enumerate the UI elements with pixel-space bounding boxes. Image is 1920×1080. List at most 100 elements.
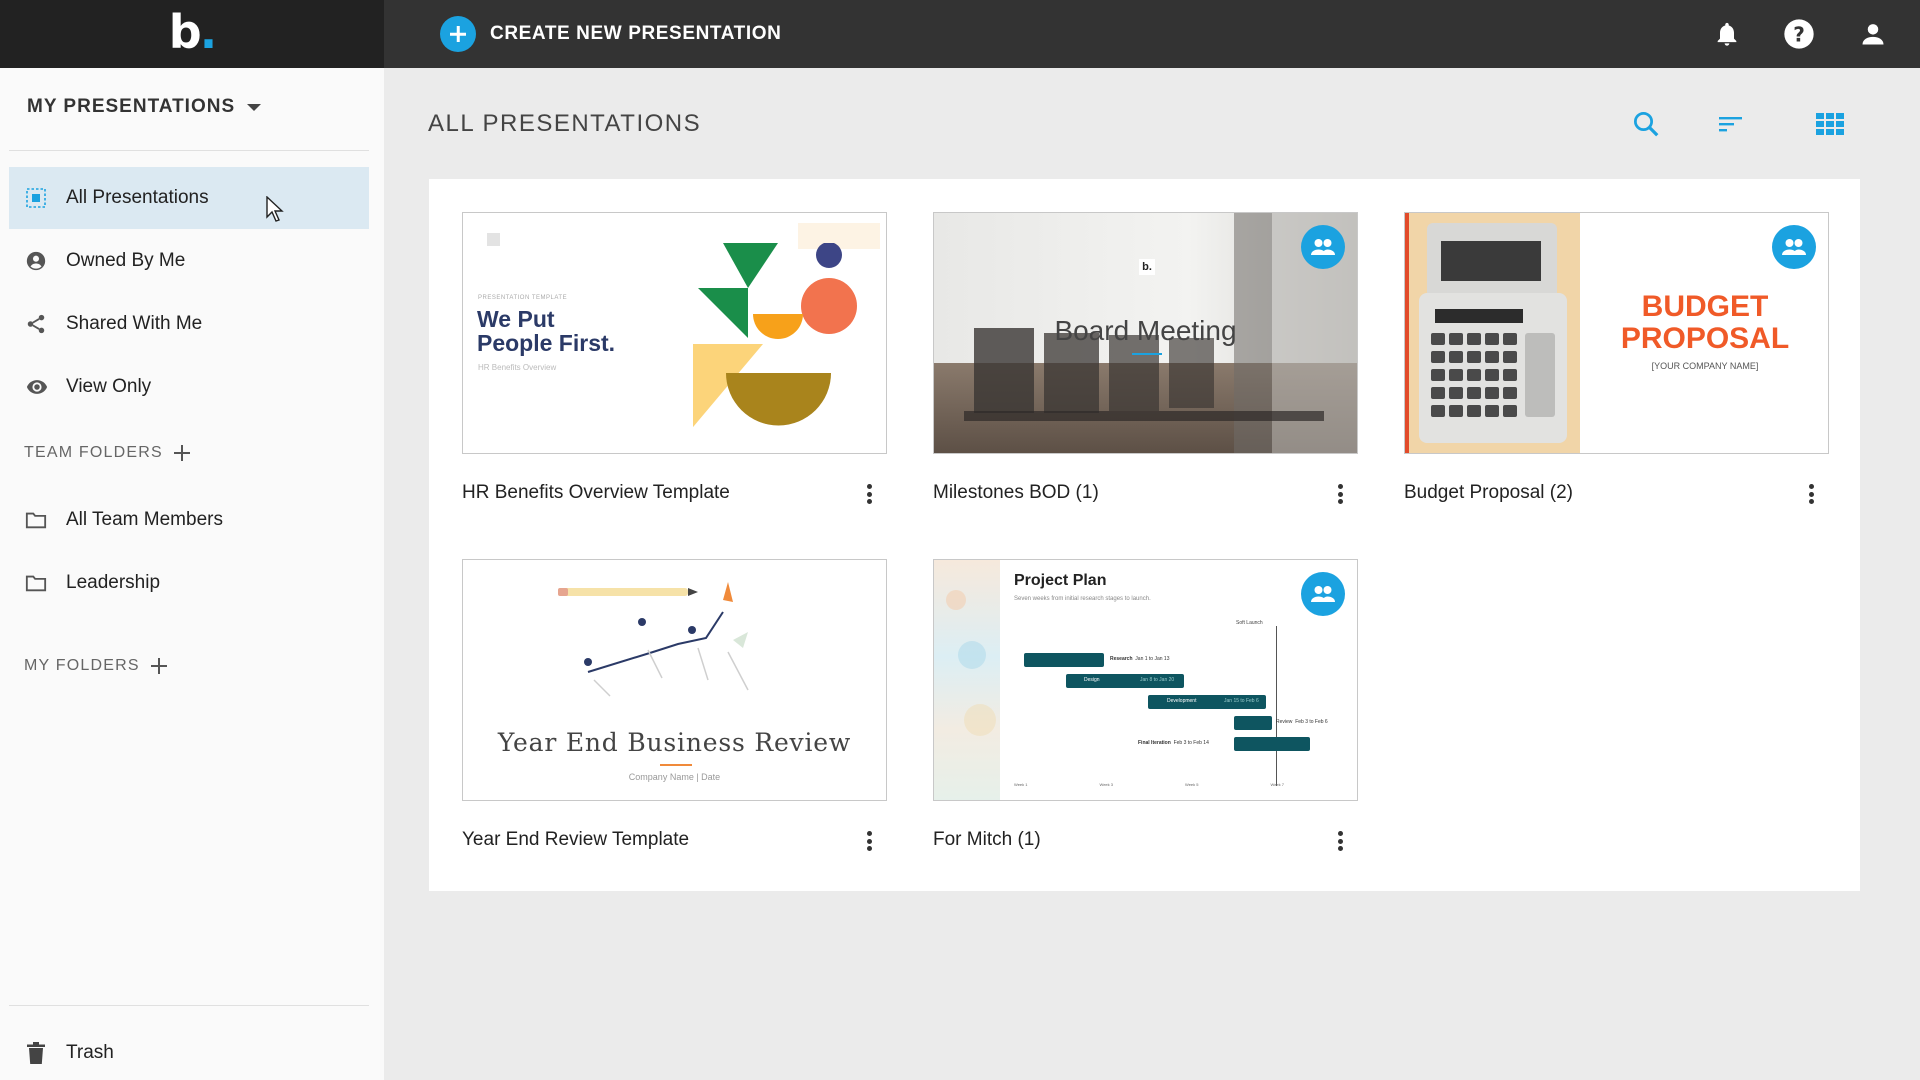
grid-view-icon[interactable] xyxy=(1812,106,1848,142)
thumb-subtitle: Company Name | Date xyxy=(628,772,721,782)
user-icon[interactable] xyxy=(1853,14,1893,54)
placeholder-square xyxy=(487,233,500,246)
presentation-card-for-mitch[interactable]: Project Plan Seven weeks from initial re… xyxy=(933,559,1358,851)
my-folders-heading: MY FOLDERS xyxy=(24,657,168,675)
milestone-label: Soft Launch xyxy=(1236,620,1263,626)
gantt-bar xyxy=(1234,737,1310,751)
thumb-title: Board Meeting xyxy=(1054,315,1237,346)
sidebar-item-label: Owned By Me xyxy=(66,250,186,271)
gantt-task-label: Design xyxy=(1084,677,1100,683)
accent-underline xyxy=(660,764,692,766)
more-options-icon[interactable] xyxy=(863,482,875,506)
user-circle-icon xyxy=(25,250,65,272)
my-folders-label: MY FOLDERS xyxy=(24,657,140,674)
presentation-card-milestones-bod[interactable]: b. Board Meeting Milestones BOD (1) xyxy=(933,212,1358,504)
bell-icon[interactable] xyxy=(1707,14,1747,54)
presentations-switcher[interactable]: MY PRESENTATIONS xyxy=(27,96,262,118)
gantt-task-label: Research Jan 1 to Jan 13 xyxy=(1110,656,1170,662)
more-options-icon[interactable] xyxy=(1334,482,1346,506)
thumb-subtitle: HR Benefits Overview xyxy=(478,363,557,372)
gantt-week-axis: Week 1 Week 3 Week 5 Week 7 xyxy=(1014,782,1284,787)
watercolor-strip xyxy=(934,560,1000,800)
thumb-title: Project Plan xyxy=(1014,572,1107,589)
sidebar-item-label: Shared With Me xyxy=(66,313,203,334)
sidebar-item-label: Leadership xyxy=(66,572,161,593)
presentation-title[interactable]: Budget Proposal (2) xyxy=(1404,482,1573,504)
sidebar-item-leadership[interactable]: Leadership xyxy=(9,552,369,614)
thumb-subtitle: [YOUR COMPANY NAME] xyxy=(1651,361,1759,371)
accent-underline xyxy=(1132,353,1162,355)
help-icon[interactable]: ? xyxy=(1779,14,1819,54)
gantt-task-label: Final Iteration Feb 3 to Feb 14 xyxy=(1138,740,1209,746)
sidebar-item-owned-by-me[interactable]: Owned By Me xyxy=(9,230,369,292)
sort-icon[interactable] xyxy=(1713,106,1749,142)
trash-label: Trash xyxy=(66,1042,114,1063)
app-logo[interactable]: b. xyxy=(169,9,217,55)
calculator-photo xyxy=(1405,213,1580,453)
presentation-title[interactable]: Milestones BOD (1) xyxy=(933,482,1099,504)
presentation-thumbnail[interactable]: Year End Business Review Company Name | … xyxy=(462,559,887,801)
more-options-icon[interactable] xyxy=(1334,829,1346,853)
search-icon[interactable] xyxy=(1628,106,1664,142)
sidebar-item-label: View Only xyxy=(66,376,152,397)
sidebar-item-all-presentations[interactable]: All Presentations xyxy=(9,167,369,229)
sidebar-item-label: All Team Members xyxy=(66,509,223,530)
presentations-grid: PRESENTATION TEMPLATE We Put People Firs… xyxy=(429,179,1860,891)
sidebar-item-view-only[interactable]: View Only xyxy=(9,356,369,418)
sidebar-item-shared-with-me[interactable]: Shared With Me xyxy=(9,293,369,355)
trash-icon xyxy=(26,1042,66,1064)
folder-icon xyxy=(25,573,65,593)
sidebar-item-label: All Presentations xyxy=(66,187,209,208)
thumb-title: Year End Business Review xyxy=(497,728,852,757)
share-icon xyxy=(25,313,65,335)
thumb-logo: b. xyxy=(1139,259,1155,275)
logo-area[interactable]: b. xyxy=(0,0,384,68)
thumb-label: PRESENTATION TEMPLATE xyxy=(478,295,568,301)
shared-users-icon xyxy=(1301,225,1345,269)
gantt-task-dates: Jan 15 to Feb 6 xyxy=(1224,698,1259,704)
gantt-task-dates: Jan 8 to Jan 20 xyxy=(1140,677,1175,683)
shared-users-icon xyxy=(1772,225,1816,269)
thumb-title: BUDGET PROPOSAL xyxy=(1620,290,1790,355)
page-title: ALL PRESENTATIONS xyxy=(428,110,702,137)
presentation-card-year-end-review[interactable]: Year End Business Review Company Name | … xyxy=(462,559,887,851)
presentation-title[interactable]: For Mitch (1) xyxy=(933,829,1041,851)
geometric-illustration xyxy=(693,243,857,428)
gantt-bar xyxy=(1234,716,1272,730)
sidebar: MY PRESENTATIONS All Presentations Owned… xyxy=(0,68,384,1080)
team-folders-heading: TEAM FOLDERS xyxy=(24,444,191,462)
presentations-switcher-label: MY PRESENTATIONS xyxy=(27,96,236,117)
add-team-folder-icon[interactable] xyxy=(173,444,191,462)
eye-icon xyxy=(25,376,65,398)
top-bar: b. CREATE NEW PRESENTATION ? xyxy=(0,0,1920,68)
presentation-thumbnail[interactable]: PRESENTATION TEMPLATE We Put People Firs… xyxy=(462,212,887,454)
thumb-title: We Put People First. xyxy=(477,306,616,356)
all-presentations-icon xyxy=(25,187,65,209)
gantt-task-label: Development xyxy=(1167,698,1197,704)
divider xyxy=(9,1005,369,1006)
create-presentation-button[interactable]: CREATE NEW PRESENTATION xyxy=(440,15,781,53)
presentation-thumbnail[interactable]: Project Plan Seven weeks from initial re… xyxy=(933,559,1358,801)
mouse-cursor-icon xyxy=(266,196,284,222)
sidebar-item-all-team-members[interactable]: All Team Members xyxy=(9,489,369,551)
presentation-title[interactable]: Year End Review Template xyxy=(462,829,689,851)
divider xyxy=(9,150,369,151)
presentation-title[interactable]: HR Benefits Overview Template xyxy=(462,482,730,504)
thumb-subtitle: Seven weeks from initial research stages… xyxy=(1014,596,1151,602)
presentation-card-hr-benefits[interactable]: PRESENTATION TEMPLATE We Put People Firs… xyxy=(462,212,887,504)
gantt-bar xyxy=(1024,653,1104,667)
plus-icon xyxy=(440,16,476,52)
add-my-folder-icon[interactable] xyxy=(150,657,168,675)
more-options-icon[interactable] xyxy=(1805,482,1817,506)
presentation-card-budget-proposal[interactable]: BUDGET PROPOSAL [YOUR COMPANY NAME] Budg… xyxy=(1404,212,1829,504)
more-options-icon[interactable] xyxy=(863,829,875,853)
caret-down-icon xyxy=(247,103,262,111)
gantt-task-label: Review Feb 3 to Feb 6 xyxy=(1276,719,1328,725)
presentation-thumbnail[interactable]: b. Board Meeting xyxy=(933,212,1358,454)
sidebar-item-trash[interactable]: Trash xyxy=(9,1025,369,1080)
folder-icon xyxy=(25,510,65,530)
milestone-line xyxy=(1276,626,1277,786)
presentation-thumbnail[interactable]: BUDGET PROPOSAL [YOUR COMPANY NAME] xyxy=(1404,212,1829,454)
svg-text:?: ? xyxy=(1793,22,1805,46)
pencil-chart-illustration xyxy=(558,582,749,697)
